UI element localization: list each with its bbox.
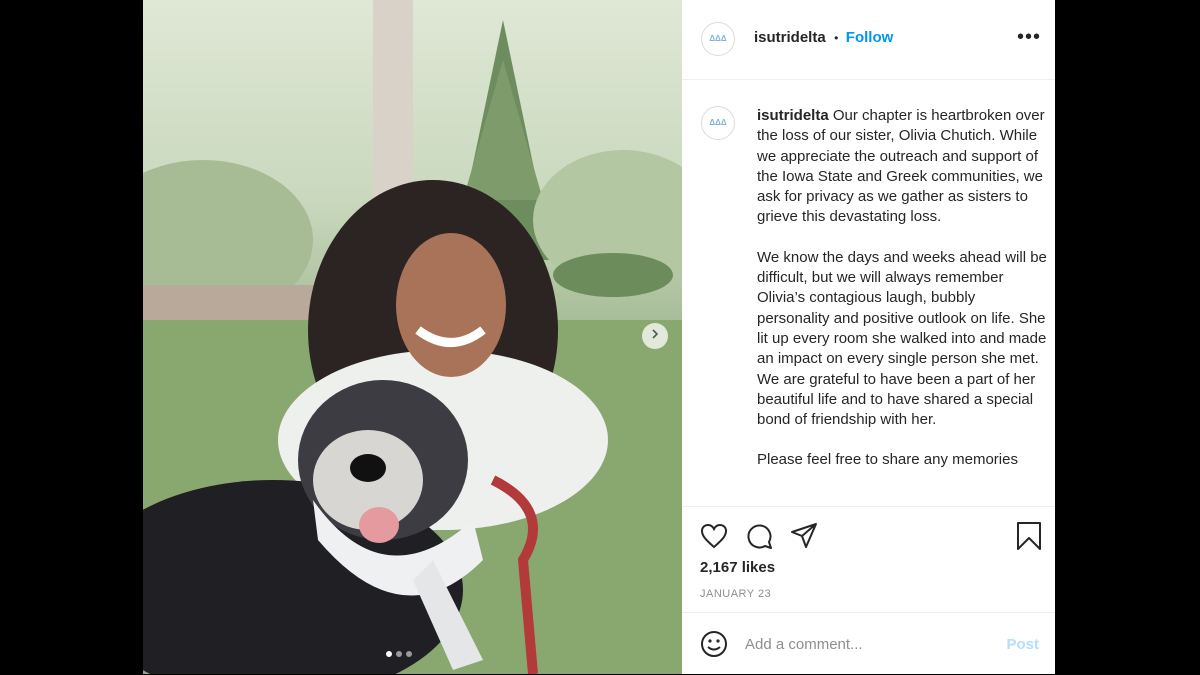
carousel-indicator: [386, 651, 412, 657]
caption-username[interactable]: isutridelta: [757, 107, 829, 124]
chapter-logo: ΔΔΔ: [709, 34, 727, 43]
more-options-icon[interactable]: •••: [1017, 26, 1041, 49]
caption-avatar[interactable]: ΔΔΔ: [701, 106, 735, 140]
next-photo-button[interactable]: [642, 323, 668, 349]
post-caption: isutridelta Our chapter is heartbroken o…: [757, 106, 1047, 500]
post-comment-button[interactable]: Post: [1006, 636, 1039, 653]
photo-illustration: [143, 0, 682, 674]
caption-text: Our chapter is heartbroken over the loss…: [757, 107, 1045, 226]
post-sidebar: ΔΔΔ isutridelta • Follow ••• ΔΔΔ isutrid…: [682, 0, 1055, 674]
caption-text: Please feel free to share any memories: [757, 451, 1018, 469]
chapter-logo: ΔΔΔ: [709, 118, 727, 127]
heart-icon[interactable]: [700, 523, 728, 554]
username[interactable]: isutridelta: [754, 29, 826, 46]
post-photo[interactable]: [143, 0, 682, 674]
chevron-right-icon: [649, 327, 661, 345]
carousel-dot: [386, 651, 392, 657]
bookmark-icon[interactable]: [1016, 521, 1042, 556]
comment-input[interactable]: Add a comment...: [745, 636, 863, 653]
comment-bar: Add a comment... Post: [682, 612, 1055, 675]
follow-button[interactable]: Follow: [846, 29, 894, 46]
emoji-icon[interactable]: [700, 630, 728, 663]
likes-count[interactable]: 2,167 likes: [700, 559, 775, 576]
post-header: ΔΔΔ isutridelta • Follow •••: [682, 0, 1055, 80]
post-date: JANUARY 23: [700, 588, 772, 600]
post-actions: 2,167 likes JANUARY 23: [682, 506, 1055, 613]
caption-text: We know the days and weeks ahead will be…: [757, 248, 1047, 429]
carousel-dot: [406, 651, 412, 657]
comment-icon[interactable]: [745, 522, 773, 555]
share-icon[interactable]: [790, 522, 818, 555]
separator-dot: •: [834, 31, 839, 45]
carousel-dot: [396, 651, 402, 657]
avatar[interactable]: ΔΔΔ: [701, 22, 735, 56]
